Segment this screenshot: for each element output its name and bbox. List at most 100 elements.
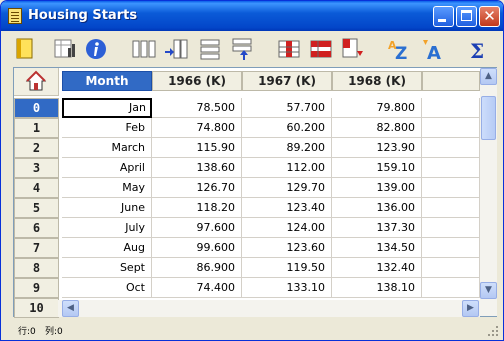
- grid-corner[interactable]: [14, 68, 59, 96]
- table-cell-empty[interactable]: [422, 238, 480, 258]
- table-cell[interactable]: Oct: [62, 278, 152, 298]
- scroll-up-button[interactable]: ▲: [480, 68, 497, 85]
- table-cell[interactable]: Sept: [62, 258, 152, 278]
- table-cell[interactable]: 159.10: [332, 158, 422, 178]
- table-cell[interactable]: 82.800: [332, 118, 422, 138]
- row-header-1[interactable]: 1: [14, 118, 59, 138]
- table-cell[interactable]: 132.40: [332, 258, 422, 278]
- sort-descending-button[interactable]: A: [421, 37, 445, 61]
- table-cell[interactable]: 123.40: [242, 198, 332, 218]
- horizontal-scrollbar[interactable]: ◀ ▶: [58, 300, 480, 317]
- sort-az-button[interactable]: ZA: [387, 37, 411, 61]
- delete-column-icon: [278, 40, 300, 58]
- close-button[interactable]: ✕: [479, 6, 500, 27]
- table-cell[interactable]: 123.90: [332, 138, 422, 158]
- row-header-0[interactable]: 0: [14, 98, 59, 118]
- table-cell[interactable]: 137.30: [332, 218, 422, 238]
- delete-cells-button[interactable]: [341, 37, 365, 61]
- table-cell[interactable]: 126.70: [152, 178, 242, 198]
- table-cell[interactable]: 79.800: [332, 98, 422, 118]
- table-cell[interactable]: 119.50: [242, 258, 332, 278]
- table-cell[interactable]: Aug: [62, 238, 152, 258]
- table-cell[interactable]: 97.600: [152, 218, 242, 238]
- column-header-0[interactable]: Month: [62, 71, 152, 91]
- insert-column-button[interactable]: [132, 37, 156, 61]
- table-cell[interactable]: Feb: [62, 118, 152, 138]
- table-cell[interactable]: May: [62, 178, 152, 198]
- row-header-2[interactable]: 2: [14, 138, 59, 158]
- table-cell[interactable]: 99.600: [152, 238, 242, 258]
- row-header-4[interactable]: 4: [14, 178, 59, 198]
- new-note-icon: [16, 38, 33, 59]
- scroll-down-button[interactable]: ▼: [480, 282, 497, 299]
- svg-text:Z: Z: [395, 44, 407, 61]
- row-header-5[interactable]: 5: [14, 198, 59, 218]
- table-cell[interactable]: 123.60: [242, 238, 332, 258]
- new-note-button[interactable]: [13, 37, 37, 61]
- table-cell[interactable]: June: [62, 198, 152, 218]
- table-cell-empty[interactable]: [422, 138, 480, 158]
- row-header-10[interactable]: 10: [14, 298, 59, 318]
- row-header-7[interactable]: 7: [14, 238, 59, 258]
- table-cell[interactable]: 124.00: [242, 218, 332, 238]
- table-cell[interactable]: 112.00: [242, 158, 332, 178]
- table-cell[interactable]: Jan: [62, 98, 152, 118]
- delete-rows-button[interactable]: [309, 37, 333, 61]
- column-header-3[interactable]: 1968 (K): [332, 71, 422, 91]
- vertical-scroll-thumb[interactable]: [481, 96, 496, 140]
- minimize-icon: [438, 19, 446, 22]
- table-cell[interactable]: 89.200: [242, 138, 332, 158]
- scroll-left-button[interactable]: ◀: [62, 300, 79, 317]
- table-cell[interactable]: 118.20: [152, 198, 242, 218]
- table-cell[interactable]: 86.900: [152, 258, 242, 278]
- status-bar: 行:0 列:0: [1, 319, 503, 340]
- insert-column-icon: [132, 40, 156, 58]
- table-cell[interactable]: March: [62, 138, 152, 158]
- data-grid: Month 1966 (K) 1967 (K) 1968 (K) 0123456789…: [13, 67, 497, 318]
- table-cell[interactable]: April: [62, 158, 152, 178]
- app-notebook-icon[interactable]: [8, 8, 22, 24]
- row-header-8[interactable]: 8: [14, 258, 59, 278]
- table-cell[interactable]: 134.50: [332, 238, 422, 258]
- maximize-button[interactable]: [456, 6, 477, 27]
- column-header-1[interactable]: 1966 (K): [152, 71, 242, 91]
- sum-button[interactable]: Σ: [467, 37, 491, 61]
- row-header-3[interactable]: 3: [14, 158, 59, 178]
- table-cell[interactable]: 57.700: [242, 98, 332, 118]
- table-cell-empty[interactable]: [422, 278, 480, 298]
- table-cell[interactable]: 78.500: [152, 98, 242, 118]
- table-cell[interactable]: 136.00: [332, 198, 422, 218]
- table-cell-empty[interactable]: [422, 98, 480, 118]
- table-cell[interactable]: 115.90: [152, 138, 242, 158]
- insert-row-button[interactable]: [198, 37, 222, 61]
- column-header-empty[interactable]: [422, 71, 480, 91]
- table-cell[interactable]: 74.800: [152, 118, 242, 138]
- column-header-2[interactable]: 1967 (K): [242, 71, 332, 91]
- table-cell[interactable]: 60.200: [242, 118, 332, 138]
- table-cell-empty[interactable]: [422, 158, 480, 178]
- title-bar[interactable]: Housing Starts ✕: [1, 1, 503, 31]
- insert-row-up-button[interactable]: [231, 37, 255, 61]
- row-header-9[interactable]: 9: [14, 278, 59, 298]
- table-cell-empty[interactable]: [422, 178, 480, 198]
- table-cell[interactable]: July: [62, 218, 152, 238]
- table-cell-empty[interactable]: [422, 218, 480, 238]
- row-header-6[interactable]: 6: [14, 218, 59, 238]
- table-cell-empty[interactable]: [422, 198, 480, 218]
- table-cell[interactable]: 74.400: [152, 278, 242, 298]
- minimize-button[interactable]: [433, 6, 454, 27]
- scroll-right-button[interactable]: ▶: [462, 300, 479, 317]
- table-cell-empty[interactable]: [422, 118, 480, 138]
- vertical-scrollbar[interactable]: ▲ ▼: [480, 68, 497, 316]
- chart-button[interactable]: [53, 37, 77, 61]
- resize-grip-icon[interactable]: [487, 325, 499, 337]
- delete-column-button[interactable]: [277, 37, 301, 61]
- insert-column-left-button[interactable]: [164, 37, 188, 61]
- table-cell[interactable]: 139.00: [332, 178, 422, 198]
- info-button[interactable]: [84, 37, 108, 61]
- table-cell[interactable]: 129.70: [242, 178, 332, 198]
- table-cell[interactable]: 138.10: [332, 278, 422, 298]
- table-cell[interactable]: 138.60: [152, 158, 242, 178]
- table-cell[interactable]: 133.10: [242, 278, 332, 298]
- table-cell-empty[interactable]: [422, 258, 480, 278]
